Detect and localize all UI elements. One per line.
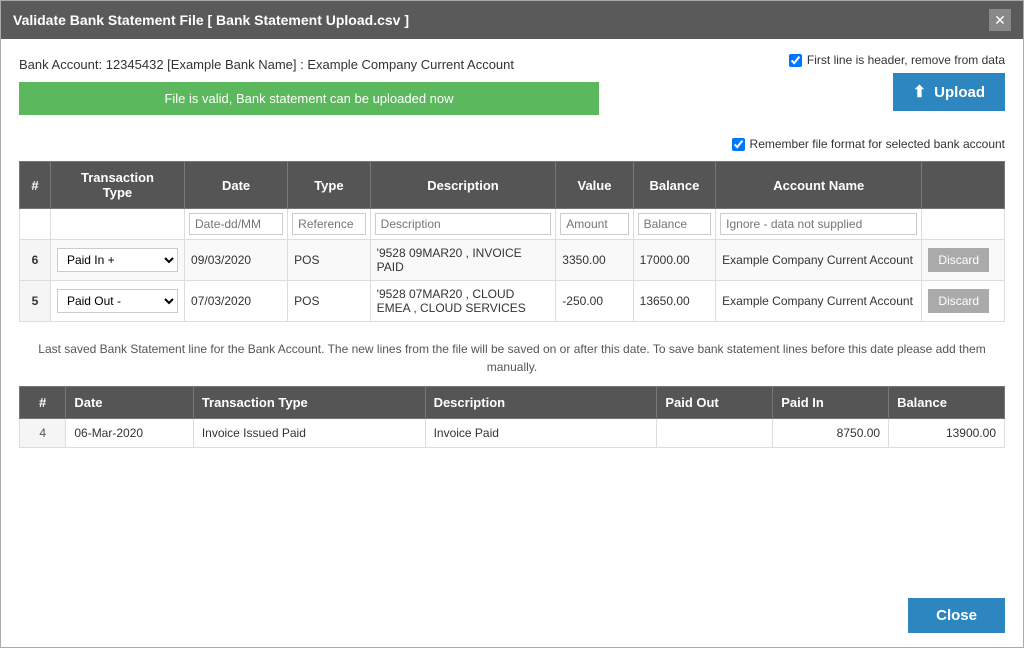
bottom-row4-balance: 13900.00 — [889, 419, 1005, 448]
bottom-row-num-4: 4 — [20, 419, 66, 448]
filter-transaction-type — [50, 209, 184, 240]
row6-value: 3350.00 — [556, 240, 633, 281]
row5-account: Example Company Current Account — [716, 281, 922, 322]
close-button[interactable]: Close — [908, 598, 1005, 633]
row6-action[interactable]: Discard — [922, 240, 1005, 281]
row6-type: POS — [288, 240, 371, 281]
main-table-header-row: # TransactionType Date Type Description … — [20, 162, 1005, 209]
filter-row — [20, 209, 1005, 240]
col-header-account-name: Account Name — [716, 162, 922, 209]
filter-date[interactable] — [185, 209, 288, 240]
col-header-balance: Balance — [633, 162, 716, 209]
account-info-text: Bank Account: 12345432 [Example Bank Nam… — [19, 53, 599, 72]
list-item: 4 06-Mar-2020 Invoice Issued Paid Invoic… — [20, 419, 1005, 448]
bottom-col-paid-out: Paid Out — [657, 387, 773, 419]
row5-action[interactable]: Discard — [922, 281, 1005, 322]
col-header-value: Value — [556, 162, 633, 209]
bottom-col-balance: Balance — [889, 387, 1005, 419]
row6-description: '9528 09MAR20 , INVOICE PAID — [370, 240, 556, 281]
bottom-col-date: Date — [66, 387, 193, 419]
first-line-label: First line is header, remove from data — [807, 53, 1005, 67]
top-right-section: First line is header, remove from data ⬆… — [789, 53, 1005, 111]
row6-account: Example Company Current Account — [716, 240, 922, 281]
account-info-section: Bank Account: 12345432 [Example Bank Nam… — [19, 53, 599, 125]
col-header-hash: # — [20, 162, 51, 209]
row-num-6: 6 — [20, 240, 51, 281]
bottom-row4-date: 06-Mar-2020 — [66, 419, 193, 448]
first-line-header-label[interactable]: First line is header, remove from data — [789, 53, 1005, 67]
top-row: Bank Account: 12345432 [Example Bank Nam… — [19, 53, 1005, 125]
row5-type-select[interactable]: Paid Out - Paid In + — [57, 289, 178, 313]
col-header-type: Type — [288, 162, 371, 209]
filter-value[interactable] — [556, 209, 633, 240]
modal-window: Validate Bank Statement File [ Bank Stat… — [0, 0, 1024, 648]
valid-banner: File is valid, Bank statement can be upl… — [19, 82, 599, 115]
bottom-row4-description: Invoice Paid — [425, 419, 657, 448]
row6-discard-button[interactable]: Discard — [928, 248, 989, 272]
filter-type[interactable] — [288, 209, 371, 240]
bottom-col-hash: # — [20, 387, 66, 419]
bottom-row4-paid-in: 8750.00 — [773, 419, 889, 448]
bottom-table: # Date Transaction Type Description Paid… — [19, 386, 1005, 448]
balance-filter-input[interactable] — [638, 213, 712, 235]
filter-description[interactable] — [370, 209, 556, 240]
remember-format-checkbox[interactable] — [732, 138, 745, 151]
modal-close-button[interactable]: ✕ — [989, 9, 1011, 31]
filter-action — [922, 209, 1005, 240]
row-num-5: 5 — [20, 281, 51, 322]
date-filter-input[interactable] — [189, 213, 283, 235]
bottom-row4-transaction-type: Invoice Issued Paid — [193, 419, 425, 448]
col-header-transaction-type: TransactionType — [50, 162, 184, 209]
modal-body: Bank Account: 12345432 [Example Bank Nam… — [1, 39, 1023, 588]
first-line-checkbox[interactable] — [789, 54, 802, 67]
filter-account[interactable] — [716, 209, 922, 240]
bottom-col-description: Description — [425, 387, 657, 419]
modal-title-bar: Validate Bank Statement File [ Bank Stat… — [1, 1, 1023, 39]
upload-icon: ⬆ — [913, 82, 926, 102]
row5-type: POS — [288, 281, 371, 322]
row5-description: '9528 07MAR20 , CLOUD EMEA , CLOUD SERVI… — [370, 281, 556, 322]
upload-button[interactable]: ⬆ Upload — [893, 73, 1005, 111]
upload-label: Upload — [934, 84, 985, 101]
col-header-action — [922, 162, 1005, 209]
modal-footer: Close — [1, 588, 1023, 647]
info-text: Last saved Bank Statement line for the B… — [19, 340, 1005, 376]
filter-balance[interactable] — [633, 209, 716, 240]
col-header-date: Date — [185, 162, 288, 209]
row6-transaction-type[interactable]: Paid In + Paid Out - — [50, 240, 184, 281]
row5-value: -250.00 — [556, 281, 633, 322]
main-table: # TransactionType Date Type Description … — [19, 161, 1005, 322]
row6-date: 09/03/2020 — [185, 240, 288, 281]
col-header-description: Description — [370, 162, 556, 209]
bottom-row4-paid-out — [657, 419, 773, 448]
bottom-col-paid-in: Paid In — [773, 387, 889, 419]
row5-discard-button[interactable]: Discard — [928, 289, 989, 313]
row5-balance: 13650.00 — [633, 281, 716, 322]
bottom-col-transaction-type: Transaction Type — [193, 387, 425, 419]
account-filter-input[interactable] — [720, 213, 917, 235]
table-row: 6 Paid In + Paid Out - 09/03/2020 POS '9… — [20, 240, 1005, 281]
value-filter-input[interactable] — [560, 213, 628, 235]
remember-format-text: Remember file format for selected bank a… — [750, 137, 1005, 151]
row5-transaction-type[interactable]: Paid Out - Paid In + — [50, 281, 184, 322]
bottom-table-header-row: # Date Transaction Type Description Paid… — [20, 387, 1005, 419]
remember-format-label[interactable]: Remember file format for selected bank a… — [732, 137, 1005, 151]
filter-hash — [20, 209, 51, 240]
row5-date: 07/03/2020 — [185, 281, 288, 322]
type-filter-input[interactable] — [292, 213, 366, 235]
row6-type-select[interactable]: Paid In + Paid Out - — [57, 248, 178, 272]
remember-row: Remember file format for selected bank a… — [19, 137, 1005, 151]
table-row: 5 Paid Out - Paid In + 07/03/2020 POS '9… — [20, 281, 1005, 322]
modal-title: Validate Bank Statement File [ Bank Stat… — [13, 12, 409, 28]
row6-balance: 17000.00 — [633, 240, 716, 281]
description-filter-input[interactable] — [375, 213, 552, 235]
